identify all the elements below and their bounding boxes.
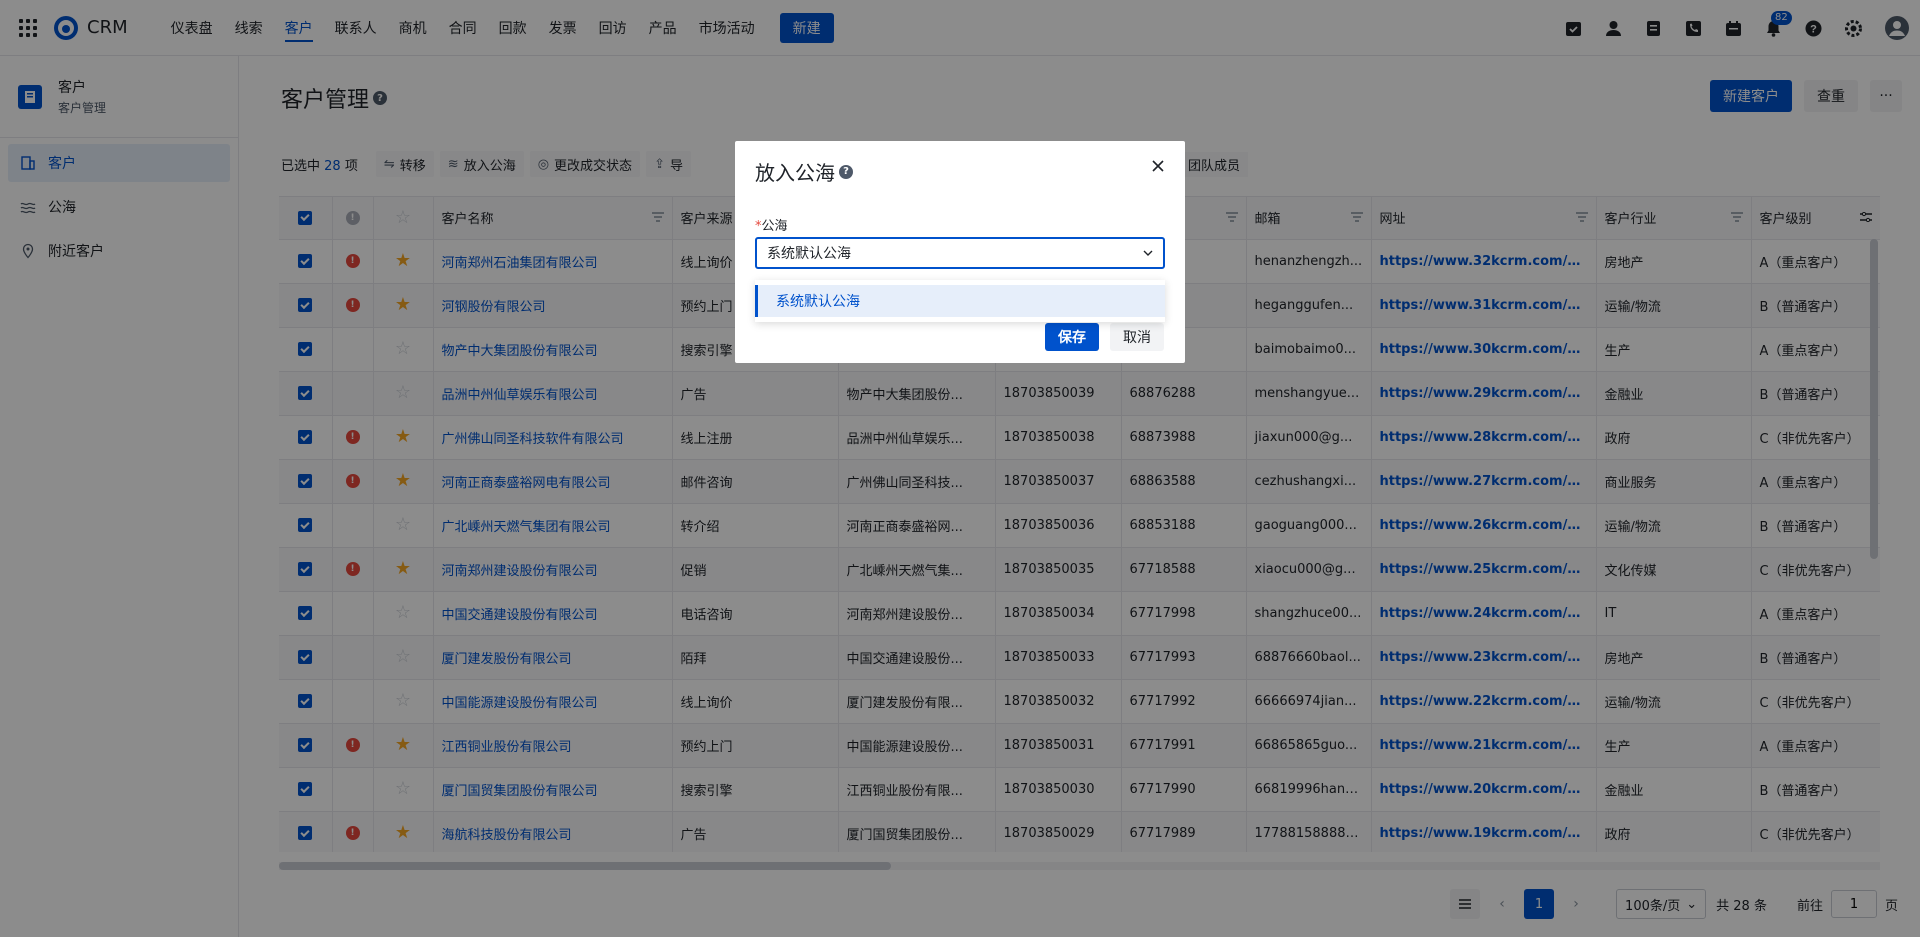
- help-icon[interactable]: ?: [839, 164, 853, 179]
- pool-dropdown: 系统默认公海: [755, 280, 1165, 322]
- chevron-down-icon: [1143, 250, 1153, 256]
- move-to-pool-dialog: 放入公海 ? *公海 系统默认公海 系统默认公海 保存 取消: [735, 141, 1185, 363]
- cancel-button[interactable]: 取消: [1110, 323, 1164, 351]
- pool-select[interactable]: 系统默认公海: [755, 237, 1165, 269]
- close-icon[interactable]: [1151, 159, 1165, 173]
- save-button[interactable]: 保存: [1045, 323, 1099, 351]
- dialog-title: 放入公海 ?: [755, 157, 853, 186]
- pool-option[interactable]: 系统默认公海: [755, 285, 1165, 317]
- pool-field-label: *公海: [755, 219, 788, 234]
